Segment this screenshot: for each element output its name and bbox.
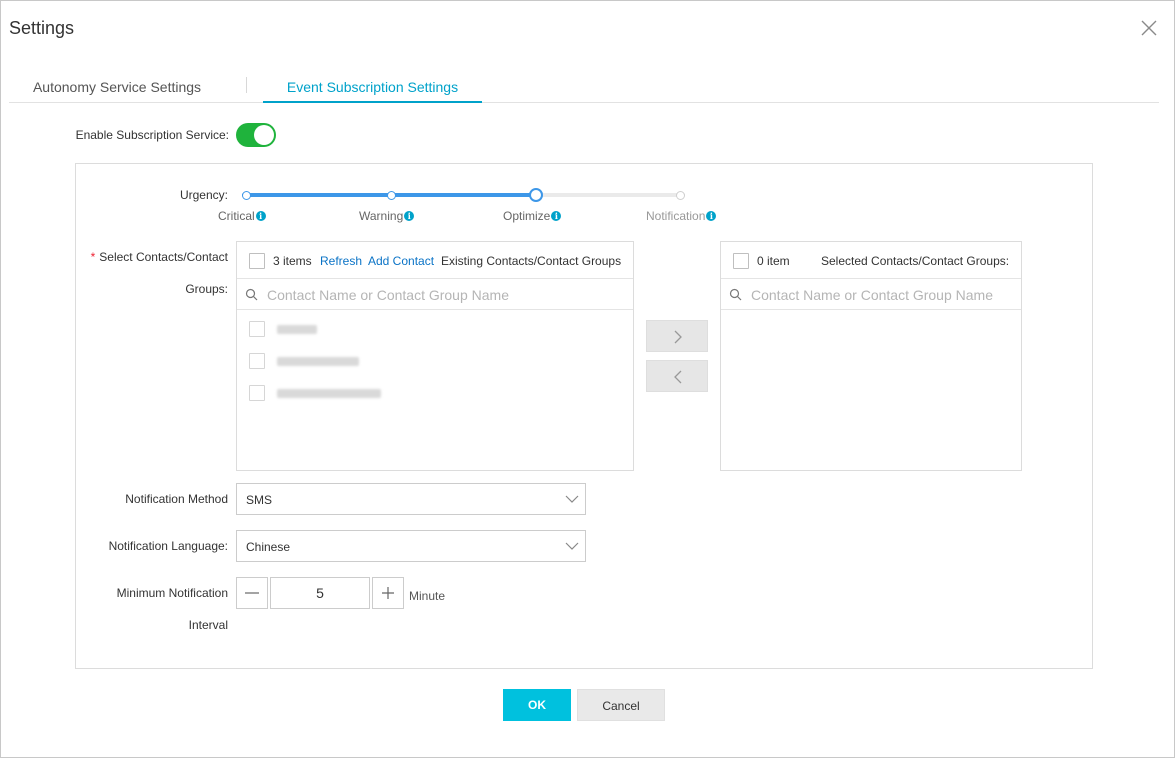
redacted-contact-name [277,389,381,398]
dialog-title: Settings [9,18,75,38]
decrement-button[interactable] [236,577,268,609]
notification-language-value: Chinese [246,540,291,554]
urgency-slider[interactable] [242,188,685,202]
notification-language-label: Notification Language: [108,539,228,553]
slider-dot-warning[interactable] [386,191,396,200]
selected-count: 0 item [757,254,790,268]
move-right-button[interactable] [646,320,708,352]
cancel-button[interactable]: Cancel [577,689,665,721]
existing-list-title: Existing Contacts/Contact Groups [441,254,622,268]
refresh-link[interactable]: Refresh [320,254,362,268]
chevron-down-icon [565,495,579,503]
urgency-mark-notification: Notification i [646,209,717,223]
existing-contacts-header: 3 items Refresh Add Contact Existing Con… [237,242,633,278]
info-icon[interactable]: i [551,211,562,221]
chevron-left-icon [674,370,682,384]
select-all-selected-checkbox[interactable] [733,253,749,269]
slider-dot-optimize[interactable] [529,188,544,202]
interval-label-cont: Interval [188,618,228,632]
urgency-mark-warning: Warning i [359,209,415,223]
urgency-label: Urgency: [179,188,228,202]
list-item[interactable] [249,351,449,371]
existing-count: 3 items [273,254,312,268]
selected-contacts-list: 0 item Selected Contacts/Contact Groups: [720,241,1022,471]
selected-contacts-header: 0 item Selected Contacts/Contact Groups: [721,242,1021,278]
tab-autonomy-service-settings[interactable]: Autonomy Service Settings [9,71,225,103]
increment-button[interactable] [372,577,404,609]
urgency-mark-critical: Critical i [218,209,266,223]
info-icon[interactable]: i [255,211,266,221]
urgency-mark-optimize: Optimize i [503,209,562,223]
mark-label: Critical [218,209,255,223]
ok-button[interactable]: OK [503,689,571,721]
minus-icon [245,592,259,594]
tab-event-subscription-settings[interactable]: Event Subscription Settings [263,71,482,103]
search-icon [245,288,258,301]
interval-input[interactable] [270,577,370,609]
existing-search [237,278,633,310]
required-asterisk: * [90,250,96,264]
subscription-toggle[interactable] [236,123,276,147]
selected-search [721,278,1021,310]
interval-label: Minimum Notification [116,586,228,600]
notification-method-select[interactable]: SMS [236,483,586,515]
tab-divider [246,77,247,93]
list-item-checkbox[interactable] [249,385,265,401]
list-item-checkbox[interactable] [249,353,265,369]
info-icon[interactable]: i [404,211,415,221]
existing-search-input[interactable] [267,283,607,307]
selected-list-title: Selected Contacts/Contact Groups: [821,254,1010,268]
redacted-contact-name [277,357,359,366]
slider-dot-notification[interactable] [676,191,685,200]
subscription-label: Enable Subscription Service: [75,128,229,142]
settings-dialog: Settings Autonomy Service Settings Event… [0,0,1175,758]
contacts-label: * Select Contacts/Contact [71,250,228,264]
existing-contacts-list: 3 items Refresh Add Contact Existing Con… [236,241,634,471]
mark-label: Notification [646,209,706,223]
info-icon[interactable]: i [706,211,717,221]
mark-label: Warning [359,209,404,223]
move-left-button[interactable] [646,360,708,392]
close-icon[interactable] [1139,18,1159,38]
list-item-checkbox[interactable] [249,321,265,337]
notification-method-label: Notification Method [125,492,228,506]
contacts-label-cont: Groups: [185,282,228,296]
slider-dot-critical[interactable] [242,191,251,200]
add-contact-link[interactable]: Add Contact [368,254,434,268]
mark-label: Optimize [503,209,551,223]
plus-icon [382,587,394,599]
notification-method-value: SMS [246,493,273,507]
list-item[interactable] [249,383,449,403]
selected-search-input[interactable] [751,283,1011,307]
chevron-right-icon [674,330,682,344]
notification-language-select[interactable]: Chinese [236,530,586,562]
chevron-down-icon [565,542,579,550]
contacts-label-text: Select Contacts/Contact [99,250,228,264]
search-icon [729,288,742,301]
select-all-existing-checkbox[interactable] [249,253,265,269]
redacted-contact-name [277,325,317,334]
settings-tabs: Autonomy Service Settings Event Subscrip… [9,71,1159,103]
toggle-knob [254,125,274,145]
list-item[interactable] [249,319,449,339]
interval-unit: Minute [409,589,446,603]
